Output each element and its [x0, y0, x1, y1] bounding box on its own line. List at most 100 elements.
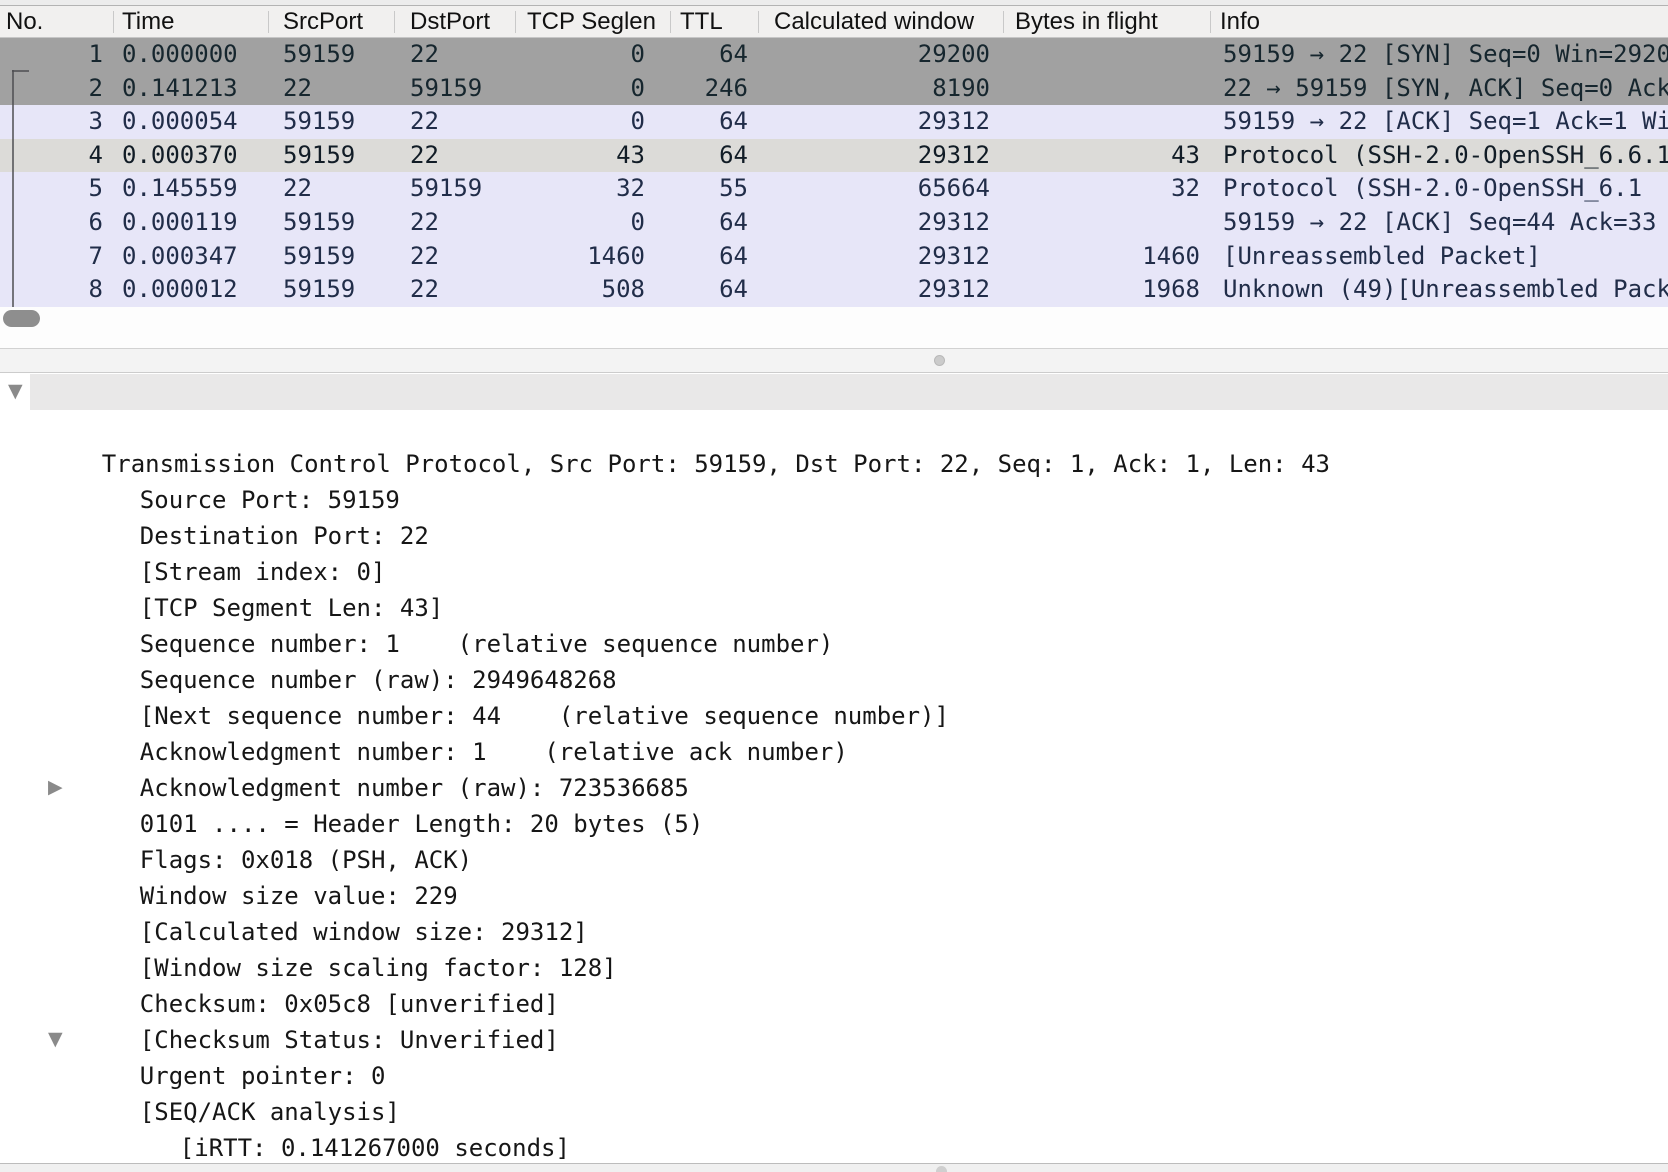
detail-tree-line[interactable]: [Bytes sent since last PSH flag: 43] — [0, 1130, 1668, 1166]
detail-tree-line[interactable]: Acknowledgment number (raw): 723536685 — [0, 698, 1668, 734]
cell-info: Unknown (49)[Unreassembled Packet] — [1223, 273, 1668, 307]
detail-tree-line[interactable]: 0101 .... = Header Length: 20 bytes (5) — [0, 734, 1668, 770]
column-header-no[interactable]: No. — [6, 6, 43, 38]
bottom-pane-splitter[interactable] — [0, 1163, 1668, 1172]
cell-dstport: 22 — [410, 105, 439, 139]
column-separator[interactable] — [515, 11, 516, 33]
cell-bytes-in-flight: 32 — [1030, 172, 1200, 206]
packet-row[interactable]: 1 0.000000 59159 22 0 64 29200 59159 → 2… — [0, 38, 1668, 72]
horizontal-scrollbar-track[interactable] — [0, 307, 1668, 349]
splitter-handle-icon[interactable] — [936, 1166, 947, 1172]
column-header-ttl[interactable]: TTL — [680, 6, 723, 38]
column-separator[interactable] — [268, 11, 269, 33]
detail-tree-line[interactable]: Window size value: 229 — [0, 806, 1668, 842]
horizontal-scrollbar-thumb[interactable] — [3, 310, 40, 327]
detail-tree-line[interactable]: [Next sequence number: 44 (relative sequ… — [0, 626, 1668, 662]
cell-srcport: 59159 — [283, 206, 355, 240]
cell-time: 0.000119 — [122, 206, 238, 240]
cell-bytes-in-flight — [1030, 72, 1200, 106]
column-separator[interactable] — [394, 11, 395, 33]
detail-tree-line[interactable]: [Checksum Status: Unverified] — [0, 950, 1668, 986]
detail-tree-line[interactable]: Destination Port: 22 — [0, 446, 1668, 482]
detail-tree-line[interactable]: ▶ Flags: 0x018 (PSH, ACK) — [0, 770, 1668, 806]
cell-info: 59159 → 22 [ACK] Seq=44 Ack=33 — [1223, 206, 1668, 240]
cell-info: 22 → 59159 [SYN, ACK] Seq=0 Ack=1 — [1223, 72, 1668, 106]
cell-time: 0.145559 — [122, 172, 238, 206]
expander-triangle-icon[interactable]: ▼ — [8, 374, 23, 410]
packet-detail-pane: ▼ Transmission Control Protocol, Src Por… — [0, 374, 1668, 1172]
cell-ttl: 64 — [664, 273, 748, 307]
expander-triangle-icon[interactable]: ▼ — [48, 1022, 63, 1058]
cell-bytes-in-flight — [1030, 38, 1200, 72]
column-header-calculated-window[interactable]: Calculated window — [774, 6, 974, 38]
cell-srcport: 22 — [283, 72, 312, 106]
cell-srcport: 59159 — [283, 139, 355, 173]
cell-calculated-window: 29312 — [820, 240, 990, 274]
cell-tcp-seglen: 43 — [500, 139, 645, 173]
cell-no: 7 — [0, 240, 103, 274]
detail-tree-line[interactable]: [Stream index: 0] — [0, 482, 1668, 518]
cell-info: 59159 → 22 [SYN] Seq=0 Win=29200 — [1223, 38, 1668, 72]
cell-srcport: 59159 — [283, 240, 355, 274]
packet-row[interactable]: 3 0.000054 59159 22 0 64 29312 59159 → 2… — [0, 105, 1668, 139]
column-header-dstport[interactable]: DstPort — [410, 6, 490, 38]
column-separator[interactable] — [113, 11, 114, 33]
cell-dstport: 22 — [410, 38, 439, 72]
cell-no: 5 — [0, 172, 103, 206]
cell-dstport: 22 — [410, 273, 439, 307]
cell-tcp-seglen: 0 — [500, 72, 645, 106]
column-separator[interactable] — [1210, 11, 1211, 33]
detail-tree-line[interactable]: Checksum: 0x05c8 [unverified] — [0, 914, 1668, 950]
detail-tree-line[interactable]: Source Port: 59159 — [0, 410, 1668, 446]
cell-ttl: 55 — [664, 172, 748, 206]
detail-tree-line[interactable]: [TCP Segment Len: 43] — [0, 518, 1668, 554]
cell-time: 0.000054 — [122, 105, 238, 139]
packet-row[interactable]: 5 0.145559 22 59159 32 55 65664 32 Proto… — [0, 172, 1668, 206]
column-header-info[interactable]: Info — [1220, 6, 1260, 38]
cell-srcport: 59159 — [283, 105, 355, 139]
detail-tree-line[interactable]: [Bytes in flight: 43] — [0, 1094, 1668, 1130]
packet-row[interactable]: 4 0.000370 59159 22 43 64 29312 43 Proto… — [0, 139, 1668, 173]
detail-tree-line[interactable]: [Window size scaling factor: 128] — [0, 878, 1668, 914]
detail-tree-line[interactable]: Sequence number (raw): 2949648268 — [0, 590, 1668, 626]
splitter-handle-icon[interactable] — [934, 355, 945, 366]
cell-time: 0.000347 — [122, 240, 238, 274]
wireshark-window: No. Time SrcPort DstPort TCP Seglen TTL … — [0, 0, 1668, 1172]
cell-ttl: 64 — [664, 240, 748, 274]
cell-bytes-in-flight: 1460 — [1030, 240, 1200, 274]
cell-dstport: 22 — [410, 206, 439, 240]
cell-calculated-window: 29312 — [820, 139, 990, 173]
pane-splitter[interactable] — [0, 348, 1668, 373]
packet-row[interactable]: 2 0.141213 22 59159 0 246 8190 22 → 5915… — [0, 72, 1668, 106]
packet-row[interactable]: 6 0.000119 59159 22 0 64 29312 59159 → 2… — [0, 206, 1668, 240]
cell-ttl: 64 — [664, 105, 748, 139]
packet-row[interactable]: 8 0.000012 59159 22 508 64 29312 1968 Un… — [0, 273, 1668, 307]
cell-bytes-in-flight — [1030, 206, 1200, 240]
cell-tcp-seglen: 0 — [500, 206, 645, 240]
column-separator[interactable] — [670, 11, 671, 33]
detail-tree-line[interactable]: ▼ Transmission Control Protocol, Src Por… — [0, 374, 1668, 410]
column-separator[interactable] — [758, 11, 759, 33]
cell-info: Protocol (SSH-2.0-OpenSSH_6.6.1 — [1223, 139, 1668, 173]
cell-time: 0.000000 — [122, 38, 238, 72]
column-header-tcp-seglen[interactable]: TCP Seglen — [527, 6, 656, 38]
detail-tree-line[interactable]: Sequence number: 1 (relative sequence nu… — [0, 554, 1668, 590]
detail-tree-line[interactable]: [iRTT: 0.141267000 seconds] — [0, 1058, 1668, 1094]
column-separator[interactable] — [1003, 11, 1004, 33]
expander-triangle-icon[interactable]: ▶ — [48, 770, 63, 806]
column-header-bytes-in-flight[interactable]: Bytes in flight — [1015, 6, 1158, 38]
column-header-srcport[interactable]: SrcPort — [283, 6, 363, 38]
column-header-time[interactable]: Time — [122, 6, 174, 38]
cell-no: 4 — [0, 139, 103, 173]
detail-selected-highlight — [30, 374, 1668, 410]
detail-tree-line[interactable]: Urgent pointer: 0 — [0, 986, 1668, 1022]
detail-tree-line[interactable]: Acknowledgment number: 1 (relative ack n… — [0, 662, 1668, 698]
cell-dstport: 59159 — [410, 72, 482, 106]
cell-calculated-window: 29312 — [820, 206, 990, 240]
cell-dstport: 22 — [410, 240, 439, 274]
detail-tree-line[interactable]: [Calculated window size: 29312] — [0, 842, 1668, 878]
detail-tree-line[interactable]: ▼ [SEQ/ACK analysis] — [0, 1022, 1668, 1058]
cell-srcport: 22 — [283, 172, 312, 206]
cell-calculated-window: 29312 — [820, 273, 990, 307]
packet-row[interactable]: 7 0.000347 59159 22 1460 64 29312 1460 [… — [0, 240, 1668, 274]
